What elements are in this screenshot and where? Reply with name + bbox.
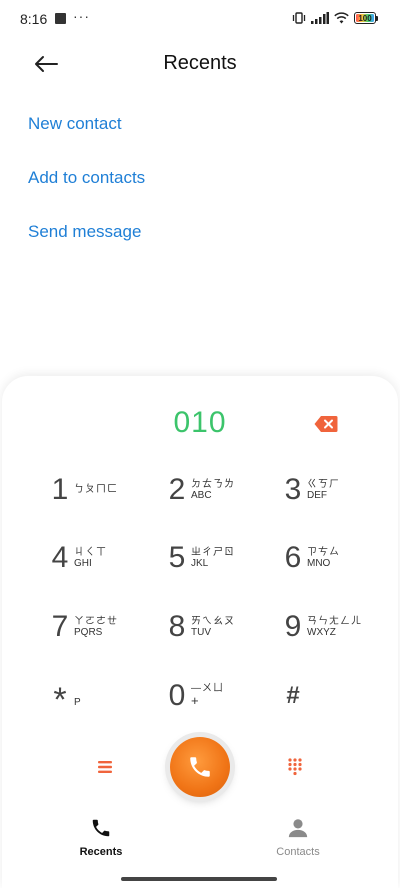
new-contact-link[interactable]: New contact bbox=[28, 114, 122, 134]
key-digit: 8 bbox=[168, 610, 186, 643]
tab-label: Contacts bbox=[276, 846, 320, 858]
menu-button[interactable] bbox=[92, 754, 118, 780]
menu-icon bbox=[98, 761, 112, 773]
key-1[interactable]: 1 ㄅㄆㄇㄈ bbox=[50, 470, 118, 510]
hide-keypad-button[interactable] bbox=[282, 754, 308, 780]
key-6[interactable]: 6 ㄗㄘㄙ MNO bbox=[283, 538, 340, 578]
key-letters: ABC bbox=[191, 490, 212, 501]
key-letters: PQRS bbox=[74, 627, 103, 638]
key-letters: P bbox=[74, 697, 81, 709]
key-star[interactable]: * P bbox=[50, 676, 81, 719]
call-button[interactable] bbox=[170, 737, 230, 797]
home-indicator[interactable] bbox=[121, 877, 277, 881]
key-0[interactable]: 0 —ㄨㄩ + bbox=[167, 676, 224, 716]
key-9[interactable]: 9 ㄢㄣㄤㄥㄦ WXYZ bbox=[283, 607, 362, 647]
vibrate-icon bbox=[292, 12, 306, 24]
key-digit: 0 bbox=[168, 679, 186, 712]
signal-icon bbox=[311, 12, 329, 24]
tab-label: Recents bbox=[79, 846, 123, 858]
tab-contacts[interactable]: Contacts bbox=[258, 816, 338, 858]
backspace-button[interactable] bbox=[314, 415, 338, 433]
tab-recents[interactable]: Recents bbox=[61, 816, 141, 858]
key-digit: # bbox=[286, 682, 300, 709]
page-title: Recents bbox=[163, 52, 237, 74]
key-2[interactable]: 2 ㄉㄊㄋㄌ ABC bbox=[167, 470, 235, 510]
key-digit: * bbox=[53, 681, 67, 719]
send-message-link[interactable]: Send message bbox=[28, 222, 141, 242]
status-icons: 100 bbox=[292, 12, 378, 24]
key-bopomofo: ㄅㄆㄇㄈ bbox=[74, 484, 118, 496]
key-bopomofo: ㄍㄎㄏ bbox=[307, 478, 340, 490]
key-letters: WXYZ bbox=[307, 627, 336, 638]
key-4[interactable]: 4 ㄐㄑㄒ GHI bbox=[50, 538, 107, 578]
battery-level: 100 bbox=[356, 14, 374, 23]
key-7[interactable]: 7 ㄚㄛㄜㄝ PQRS bbox=[50, 607, 118, 647]
person-icon bbox=[286, 816, 310, 840]
key-digit: 9 bbox=[284, 610, 302, 643]
wifi-icon bbox=[334, 12, 349, 24]
key-digit: 1 bbox=[51, 473, 69, 506]
backspace-icon bbox=[314, 416, 338, 432]
key-letters: TUV bbox=[191, 627, 211, 638]
dialpad-icon bbox=[288, 758, 302, 776]
key-letters: JKL bbox=[191, 558, 209, 569]
dialed-number[interactable]: 010 bbox=[0, 406, 400, 440]
key-hash[interactable]: # bbox=[283, 676, 303, 716]
key-5[interactable]: 5 ㄓㄔㄕㄖ JKL bbox=[167, 538, 235, 578]
key-letters: + bbox=[191, 693, 199, 709]
add-to-contacts-link[interactable]: Add to contacts bbox=[28, 168, 145, 188]
phone-icon bbox=[190, 757, 210, 777]
more-notifications-icon: ··· bbox=[73, 8, 90, 24]
key-digit: 2 bbox=[168, 473, 186, 506]
key-letters: MNO bbox=[307, 558, 331, 569]
key-3[interactable]: 3 ㄍㄎㄏ DEF bbox=[283, 470, 340, 510]
key-digit: 7 bbox=[51, 610, 69, 643]
phone-icon bbox=[89, 816, 113, 840]
status-time: 8:16 bbox=[20, 11, 48, 27]
key-bopomofo: ㄚㄛㄜㄝ bbox=[74, 615, 118, 627]
key-bopomofo: ㄞㄟㄠㄡ bbox=[191, 615, 235, 627]
battery-icon: 100 bbox=[354, 12, 378, 24]
key-bopomofo: ㄓㄔㄕㄖ bbox=[191, 546, 235, 558]
status-bar: 8:16 ··· 100 bbox=[0, 0, 400, 40]
key-digit: 4 bbox=[51, 541, 69, 574]
key-digit: 6 bbox=[284, 541, 302, 574]
key-bopomofo: ㄢㄣㄤㄥㄦ bbox=[307, 615, 362, 627]
key-digit: 5 bbox=[168, 541, 186, 574]
key-letters: DEF bbox=[307, 490, 327, 501]
notification-icon bbox=[55, 13, 66, 24]
key-bopomofo: ㄉㄊㄋㄌ bbox=[191, 478, 235, 490]
key-digit: 3 bbox=[284, 473, 302, 506]
key-bopomofo: ㄗㄘㄙ bbox=[307, 546, 340, 558]
key-bopomofo: ㄐㄑㄒ bbox=[74, 546, 107, 558]
key-letters: GHI bbox=[74, 558, 92, 569]
key-8[interactable]: 8 ㄞㄟㄠㄡ TUV bbox=[167, 607, 235, 647]
